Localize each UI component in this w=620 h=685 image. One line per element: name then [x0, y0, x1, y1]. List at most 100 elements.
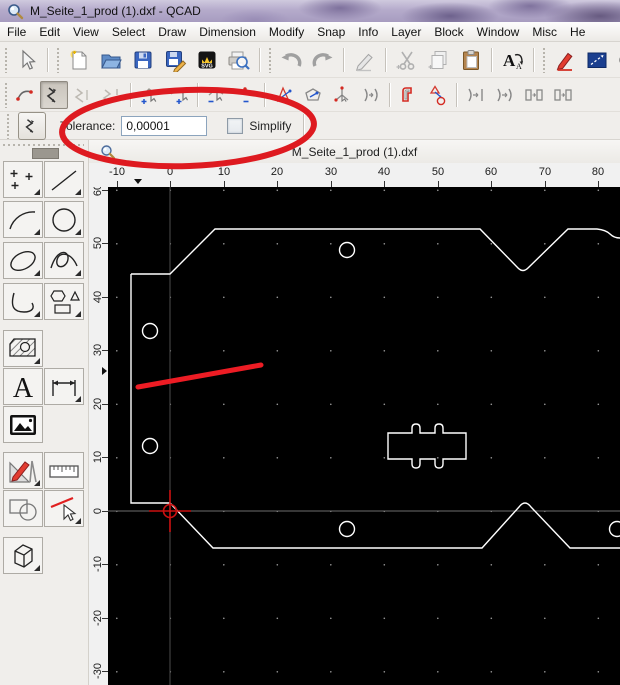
pointer-icon[interactable]: [12, 45, 42, 75]
open-folder-icon[interactable]: [96, 45, 126, 75]
drawing-canvas[interactable]: [108, 187, 620, 685]
ellipse-tools-button[interactable]: [3, 242, 43, 279]
tolerance-input[interactable]: [121, 115, 208, 136]
svg-export-icon[interactable]: SVG: [192, 45, 222, 75]
hatch-tools-button[interactable]: [3, 330, 43, 367]
save-as-icon[interactable]: [160, 45, 190, 75]
svg-text:A: A: [13, 373, 34, 403]
arc-tools-icon: [9, 210, 36, 229]
print-preview-icon[interactable]: [224, 45, 254, 75]
separator: [456, 82, 458, 107]
toolbar-grip[interactable]: [6, 112, 10, 139]
circle-tools-button[interactable]: [44, 201, 84, 238]
spline-tools-icon: [50, 251, 78, 268]
window-title: M_Seite_1_prod (1).dxf - QCAD: [30, 4, 201, 18]
menu-misc[interactable]: Misc: [532, 25, 557, 39]
selection-tools-button[interactable]: [3, 490, 43, 527]
solid-3d-tools-icon: [14, 543, 33, 568]
qcad-app-icon: [8, 3, 24, 19]
length-arcs-icon[interactable]: [491, 81, 519, 109]
document-titlebar[interactable]: M_Seite_1_prod (1).dxf: [89, 140, 620, 163]
polyline-tools-button[interactable]: [3, 283, 43, 320]
triangle-to-circle-icon[interactable]: [424, 81, 452, 109]
hruler-label: 10: [217, 166, 231, 178]
drawing-prefs-icon[interactable]: [582, 45, 612, 75]
toolbar-grip[interactable]: [4, 46, 8, 73]
new-file-icon[interactable]: [64, 45, 94, 75]
length-to-point-icon[interactable]: [462, 81, 490, 109]
ruler-corner: [89, 163, 108, 188]
panel-handle[interactable]: [32, 148, 59, 159]
toolbar-grip[interactable]: [542, 46, 546, 73]
vruler-label: 60: [92, 187, 104, 197]
active-tool-button[interactable]: [18, 111, 46, 140]
reverse-icon[interactable]: [357, 81, 385, 109]
horizontal-ruler: -10 0 10 20 30 40 50 60 70 80: [108, 163, 620, 188]
hruler-label: 70: [538, 166, 552, 178]
polyline-draw-icon[interactable]: [11, 81, 39, 109]
menu-block[interactable]: Block: [434, 25, 463, 39]
options-toolbar: Tolerance: Simplify: [0, 111, 620, 140]
trim-segments-icon[interactable]: [328, 81, 356, 109]
polyline-variant-2-icon[interactable]: [98, 81, 126, 109]
polyline-variant-1-icon[interactable]: [69, 81, 97, 109]
toolbar-grip[interactable]: [4, 81, 8, 108]
svg-text:A: A: [516, 62, 522, 71]
toolbar-grip[interactable]: [56, 46, 60, 73]
delete-node-icon[interactable]: [203, 81, 231, 109]
modify-tools-button[interactable]: [44, 490, 84, 527]
line-tools-button[interactable]: [44, 161, 84, 198]
menu-snap[interactable]: Snap: [317, 25, 345, 39]
separator: [264, 82, 266, 107]
menu-info[interactable]: Info: [358, 25, 378, 39]
spline-tools-button[interactable]: [44, 242, 84, 279]
ellipse-tools-icon: [10, 250, 36, 271]
edit-pencil-icon[interactable]: [350, 45, 380, 75]
draw-settings-button[interactable]: [3, 452, 43, 489]
dimension-tools-button[interactable]: [44, 368, 84, 405]
add-node-icon[interactable]: [136, 81, 164, 109]
image-tool-button[interactable]: [3, 406, 43, 443]
menu-layer[interactable]: Layer: [391, 25, 421, 39]
hruler-label: 50: [431, 166, 445, 178]
redo-icon[interactable]: [308, 45, 338, 75]
menu-modify[interactable]: Modify: [269, 25, 304, 39]
morph-a-icon[interactable]: [270, 81, 298, 109]
text-tool-button[interactable]: A: [3, 368, 43, 405]
append-node-icon[interactable]: [165, 81, 193, 109]
delete-segment-icon[interactable]: [232, 81, 260, 109]
separator: [303, 113, 306, 138]
copy-icon[interactable]: [424, 45, 454, 75]
menu-help[interactable]: He: [570, 25, 585, 39]
menu-file[interactable]: File: [7, 25, 26, 39]
measure-ruler-button[interactable]: [44, 452, 84, 489]
menu-view[interactable]: View: [73, 25, 99, 39]
menu-draw[interactable]: Draw: [158, 25, 186, 39]
separator: [533, 47, 535, 72]
menu-select[interactable]: Select: [112, 25, 145, 39]
arc-tools-button[interactable]: [3, 201, 43, 238]
polyline-edit-active-icon[interactable]: [40, 80, 68, 109]
polygon-arrow-icon[interactable]: [299, 81, 327, 109]
svg-text:A: A: [503, 51, 516, 70]
box-right-icon[interactable]: [549, 81, 577, 109]
toolbar-grip[interactable]: [268, 46, 272, 73]
shape-tools-button[interactable]: [44, 283, 84, 320]
solid-3d-tools-button[interactable]: [3, 537, 43, 574]
menu-edit[interactable]: Edit: [39, 25, 60, 39]
red-pencil-icon[interactable]: [550, 45, 580, 75]
box-left-icon[interactable]: [520, 81, 548, 109]
ellipse-slash-icon[interactable]: [614, 45, 620, 75]
text-edit-icon[interactable]: AA: [498, 45, 528, 75]
menu-dimension[interactable]: Dimension: [199, 25, 256, 39]
simplify-label: Simplify: [249, 118, 292, 133]
paste-clipboard-icon[interactable]: [456, 45, 486, 75]
separator: [389, 82, 391, 107]
offset-icon[interactable]: [395, 81, 423, 109]
menu-window[interactable]: Window: [477, 25, 520, 39]
simplify-checkbox[interactable]: [227, 117, 244, 134]
undo-icon[interactable]: [276, 45, 306, 75]
save-icon[interactable]: [128, 45, 158, 75]
cut-scissors-icon[interactable]: [392, 45, 422, 75]
point-tools-button[interactable]: [3, 161, 43, 198]
